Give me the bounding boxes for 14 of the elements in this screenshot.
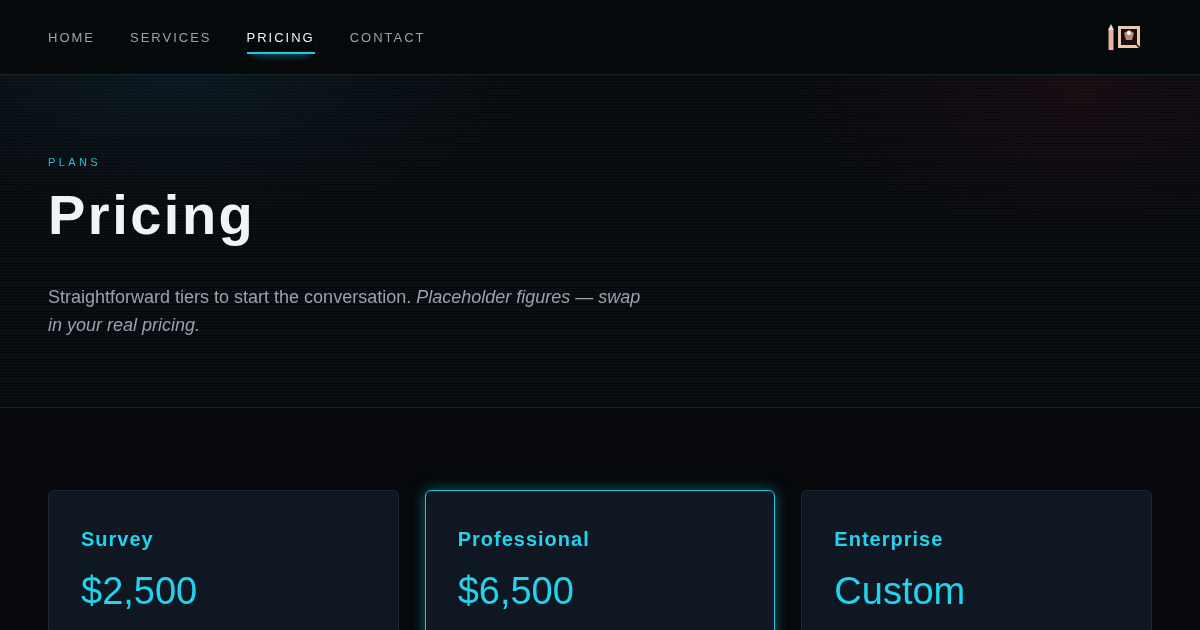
nav-link[interactable]: HOME [48, 23, 95, 54]
plan-price: $2,500 [81, 569, 198, 613]
section-eyebrow: PLANS [48, 155, 102, 169]
hero-description: Straightforward tiers to start the conversation. Placeholder figures — swap in your real pricing. [48, 286, 642, 337]
plan-price: Custom [834, 569, 966, 613]
plan-name: Survey [81, 527, 154, 551]
plan-name: Enterprise [834, 527, 944, 551]
plan-price: $6,500 [457, 569, 574, 613]
nav-link[interactable]: CONTACT [349, 23, 426, 54]
nav-link[interactable]: PRICING [246, 23, 315, 54]
plan-name: Professional [457, 527, 590, 551]
page-title: Pricing [48, 182, 256, 248]
nav-link[interactable]: SERVICES [130, 23, 212, 54]
pencil-and-picture-frame-icon[interactable] [1108, 24, 1142, 50]
